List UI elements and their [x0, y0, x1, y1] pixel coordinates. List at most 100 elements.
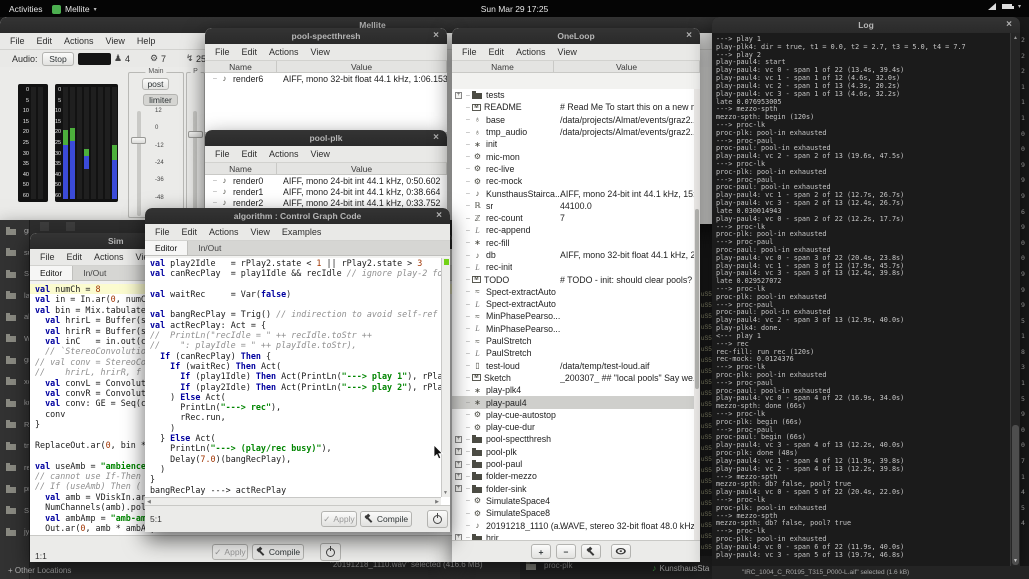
- tree-row[interactable]: + – ≈ MinPhasePearso...: [452, 310, 694, 322]
- expander-icon[interactable]: +: [455, 473, 462, 480]
- titlebar[interactable]: pool-spectthresh ×: [205, 28, 447, 44]
- view-button[interactable]: ⊙: [611, 544, 631, 559]
- gear-icon[interactable]: ⚙: [150, 53, 158, 64]
- vertical-scrollbar[interactable]: [694, 89, 700, 540]
- proc-plk-window-fragment[interactable]: proc-plk: [526, 561, 572, 570]
- menu-item[interactable]: View: [100, 36, 131, 46]
- sidebar-place-item[interactable]: su: [0, 242, 29, 264]
- sidebar-place-item[interactable]: W: [0, 328, 29, 350]
- sidebar-place-item[interactable]: kur: [0, 392, 29, 414]
- expander-icon[interactable]: +: [455, 485, 462, 492]
- stop-button[interactable]: Stop: [42, 52, 74, 66]
- tree-row[interactable]: + – ℤ rec-count 7: [452, 212, 694, 224]
- menu-item[interactable]: Actions: [263, 47, 305, 57]
- tree-row[interactable]: + – M TODO # TODO - init: should clear p…: [452, 273, 694, 285]
- menu-item[interactable]: File: [209, 149, 236, 159]
- sidebar-place-item[interactable]: Sh: [0, 263, 29, 285]
- tree-row[interactable]: + – ♀ base /data/projects/Almat/events/g…: [452, 114, 694, 126]
- tree-row[interactable]: + – ♪ 20191218_1110 (a... WAVE, stereo 3…: [452, 519, 694, 531]
- menu-item[interactable]: Edit: [236, 149, 264, 159]
- tree-row[interactable]: + – ⚙ rec-mock: [452, 175, 694, 187]
- tree-row[interactable]: + – ⚙ mic-mon: [452, 150, 694, 162]
- limiter-toggle[interactable]: limiter: [143, 94, 178, 106]
- scroll-down-icon[interactable]: ▼: [1013, 558, 1018, 564]
- titlebar[interactable]: OneLoop ×: [452, 28, 700, 44]
- menu-item[interactable]: Actions: [510, 47, 552, 57]
- tree-row[interactable]: + – ⚙ SimulateSpace4: [452, 495, 694, 507]
- menu-item[interactable]: Examples: [276, 227, 328, 237]
- tab-editor[interactable]: Editor: [145, 241, 188, 255]
- add-button[interactable]: +: [531, 544, 551, 559]
- tab-editor[interactable]: Editor: [30, 266, 73, 280]
- sidebar-place-item[interactable]: pro: [0, 478, 29, 500]
- table-row[interactable]: – ♪ render0 AIFF, mono 24-bit int 44.1 k…: [205, 175, 447, 186]
- close-icon[interactable]: ×: [686, 28, 692, 44]
- column-name[interactable]: Name: [205, 61, 277, 72]
- volume-slider-handle[interactable]: [131, 137, 146, 144]
- close-icon[interactable]: ×: [1006, 17, 1012, 33]
- menu-item[interactable]: Actions: [203, 227, 245, 237]
- sidebar-place-item[interactable]: xco: [0, 371, 29, 393]
- titlebar[interactable]: Log ×: [712, 17, 1020, 33]
- column-name[interactable]: Name: [205, 163, 277, 174]
- menu-item[interactable]: File: [149, 227, 176, 237]
- tree-row[interactable]: + – ⚙ play-cue-autostop: [452, 409, 694, 421]
- vertical-scrollbar[interactable]: ▲ ▼: [441, 258, 450, 497]
- menu-item[interactable]: View: [245, 227, 276, 237]
- table-row[interactable]: – ♪ render2 AIFF, mono 24-bit int 44.1 k…: [205, 197, 447, 208]
- sidebar-place-item[interactable]: Rea: [0, 414, 29, 436]
- horizontal-scrollbar[interactable]: ◀ ▶: [145, 497, 441, 505]
- sidebar-place-item[interactable]: la: [0, 285, 29, 307]
- power-button[interactable]: [427, 510, 448, 528]
- menu-item[interactable]: File: [209, 47, 236, 57]
- tab-inout[interactable]: In/Out: [73, 266, 116, 280]
- volume-slider-handle[interactable]: [188, 131, 203, 138]
- tree-row[interactable]: + – L MinPhasePearso...: [452, 323, 694, 335]
- menu-item[interactable]: Edit: [61, 252, 89, 262]
- expander-icon[interactable]: +: [455, 448, 462, 455]
- other-locations-item[interactable]: + Other Locations: [8, 566, 71, 575]
- vertical-scrollbar[interactable]: ▲ ▼: [1010, 33, 1020, 566]
- menu-item[interactable]: Edit: [236, 47, 264, 57]
- tree-row[interactable]: + – L PaulStretch: [452, 347, 694, 359]
- tree-row[interactable]: + – folder-sink: [452, 483, 694, 495]
- expander-icon[interactable]: +: [455, 461, 462, 468]
- menu-item[interactable]: File: [34, 252, 61, 262]
- tree-row[interactable]: + – L Spect-extractAuto: [452, 298, 694, 310]
- menu-item[interactable]: Actions: [58, 36, 100, 46]
- volume-slider[interactable]: [137, 111, 141, 216]
- remove-button[interactable]: −: [556, 544, 576, 559]
- scroll-down-icon[interactable]: ▼: [443, 490, 448, 496]
- menu-item[interactable]: File: [4, 36, 31, 46]
- code-editor[interactable]: val play2Idle = rPlay2.state < 1 || rPla…: [145, 258, 450, 505]
- tree-row[interactable]: + – ♪ KunsthausStairca... AIFF, mono 24-…: [452, 187, 694, 199]
- sidebar-place-item[interactable]: gr: [0, 220, 29, 242]
- sidebar-place-item[interactable]: tmp: [0, 435, 29, 457]
- post-button[interactable]: post: [142, 78, 169, 90]
- volume-slider[interactable]: [193, 111, 197, 216]
- titlebar[interactable]: algorithm : Control Graph Code ×: [145, 208, 450, 224]
- menu-item[interactable]: Edit: [483, 47, 511, 57]
- menu-item[interactable]: Help: [131, 36, 162, 46]
- tree-row[interactable]: + – L rec-init: [452, 261, 694, 273]
- clock[interactable]: Sun Mar 29 17:25: [0, 4, 1029, 14]
- tree-row[interactable]: + – tests: [452, 89, 694, 101]
- sidebar-place-item[interactable]: Seg: [0, 500, 29, 522]
- tree-row[interactable]: + – hrir: [452, 532, 694, 540]
- menu-item[interactable]: Edit: [31, 36, 59, 46]
- menu-item[interactable]: Edit: [176, 227, 204, 237]
- column-value[interactable]: Value: [554, 61, 700, 72]
- sidebar-place-item[interactable]: al: [0, 306, 29, 328]
- menu-item[interactable]: Actions: [88, 252, 130, 262]
- column-value[interactable]: Value: [277, 163, 447, 174]
- compile-button[interactable]: Compile: [360, 511, 412, 527]
- close-icon[interactable]: ×: [433, 130, 439, 146]
- apply-button[interactable]: ✓Apply: [212, 544, 248, 560]
- expander-icon[interactable]: +: [455, 436, 462, 443]
- expander-icon[interactable]: +: [455, 92, 462, 99]
- tree-row[interactable]: + – pool-paul: [452, 458, 694, 470]
- system-status-area[interactable]: ▾: [988, 3, 1021, 10]
- tree-row[interactable]: + – pool-spectthresh: [452, 433, 694, 445]
- tree-row[interactable]: + – pool-plk: [452, 446, 694, 458]
- column-name[interactable]: Name: [452, 61, 554, 72]
